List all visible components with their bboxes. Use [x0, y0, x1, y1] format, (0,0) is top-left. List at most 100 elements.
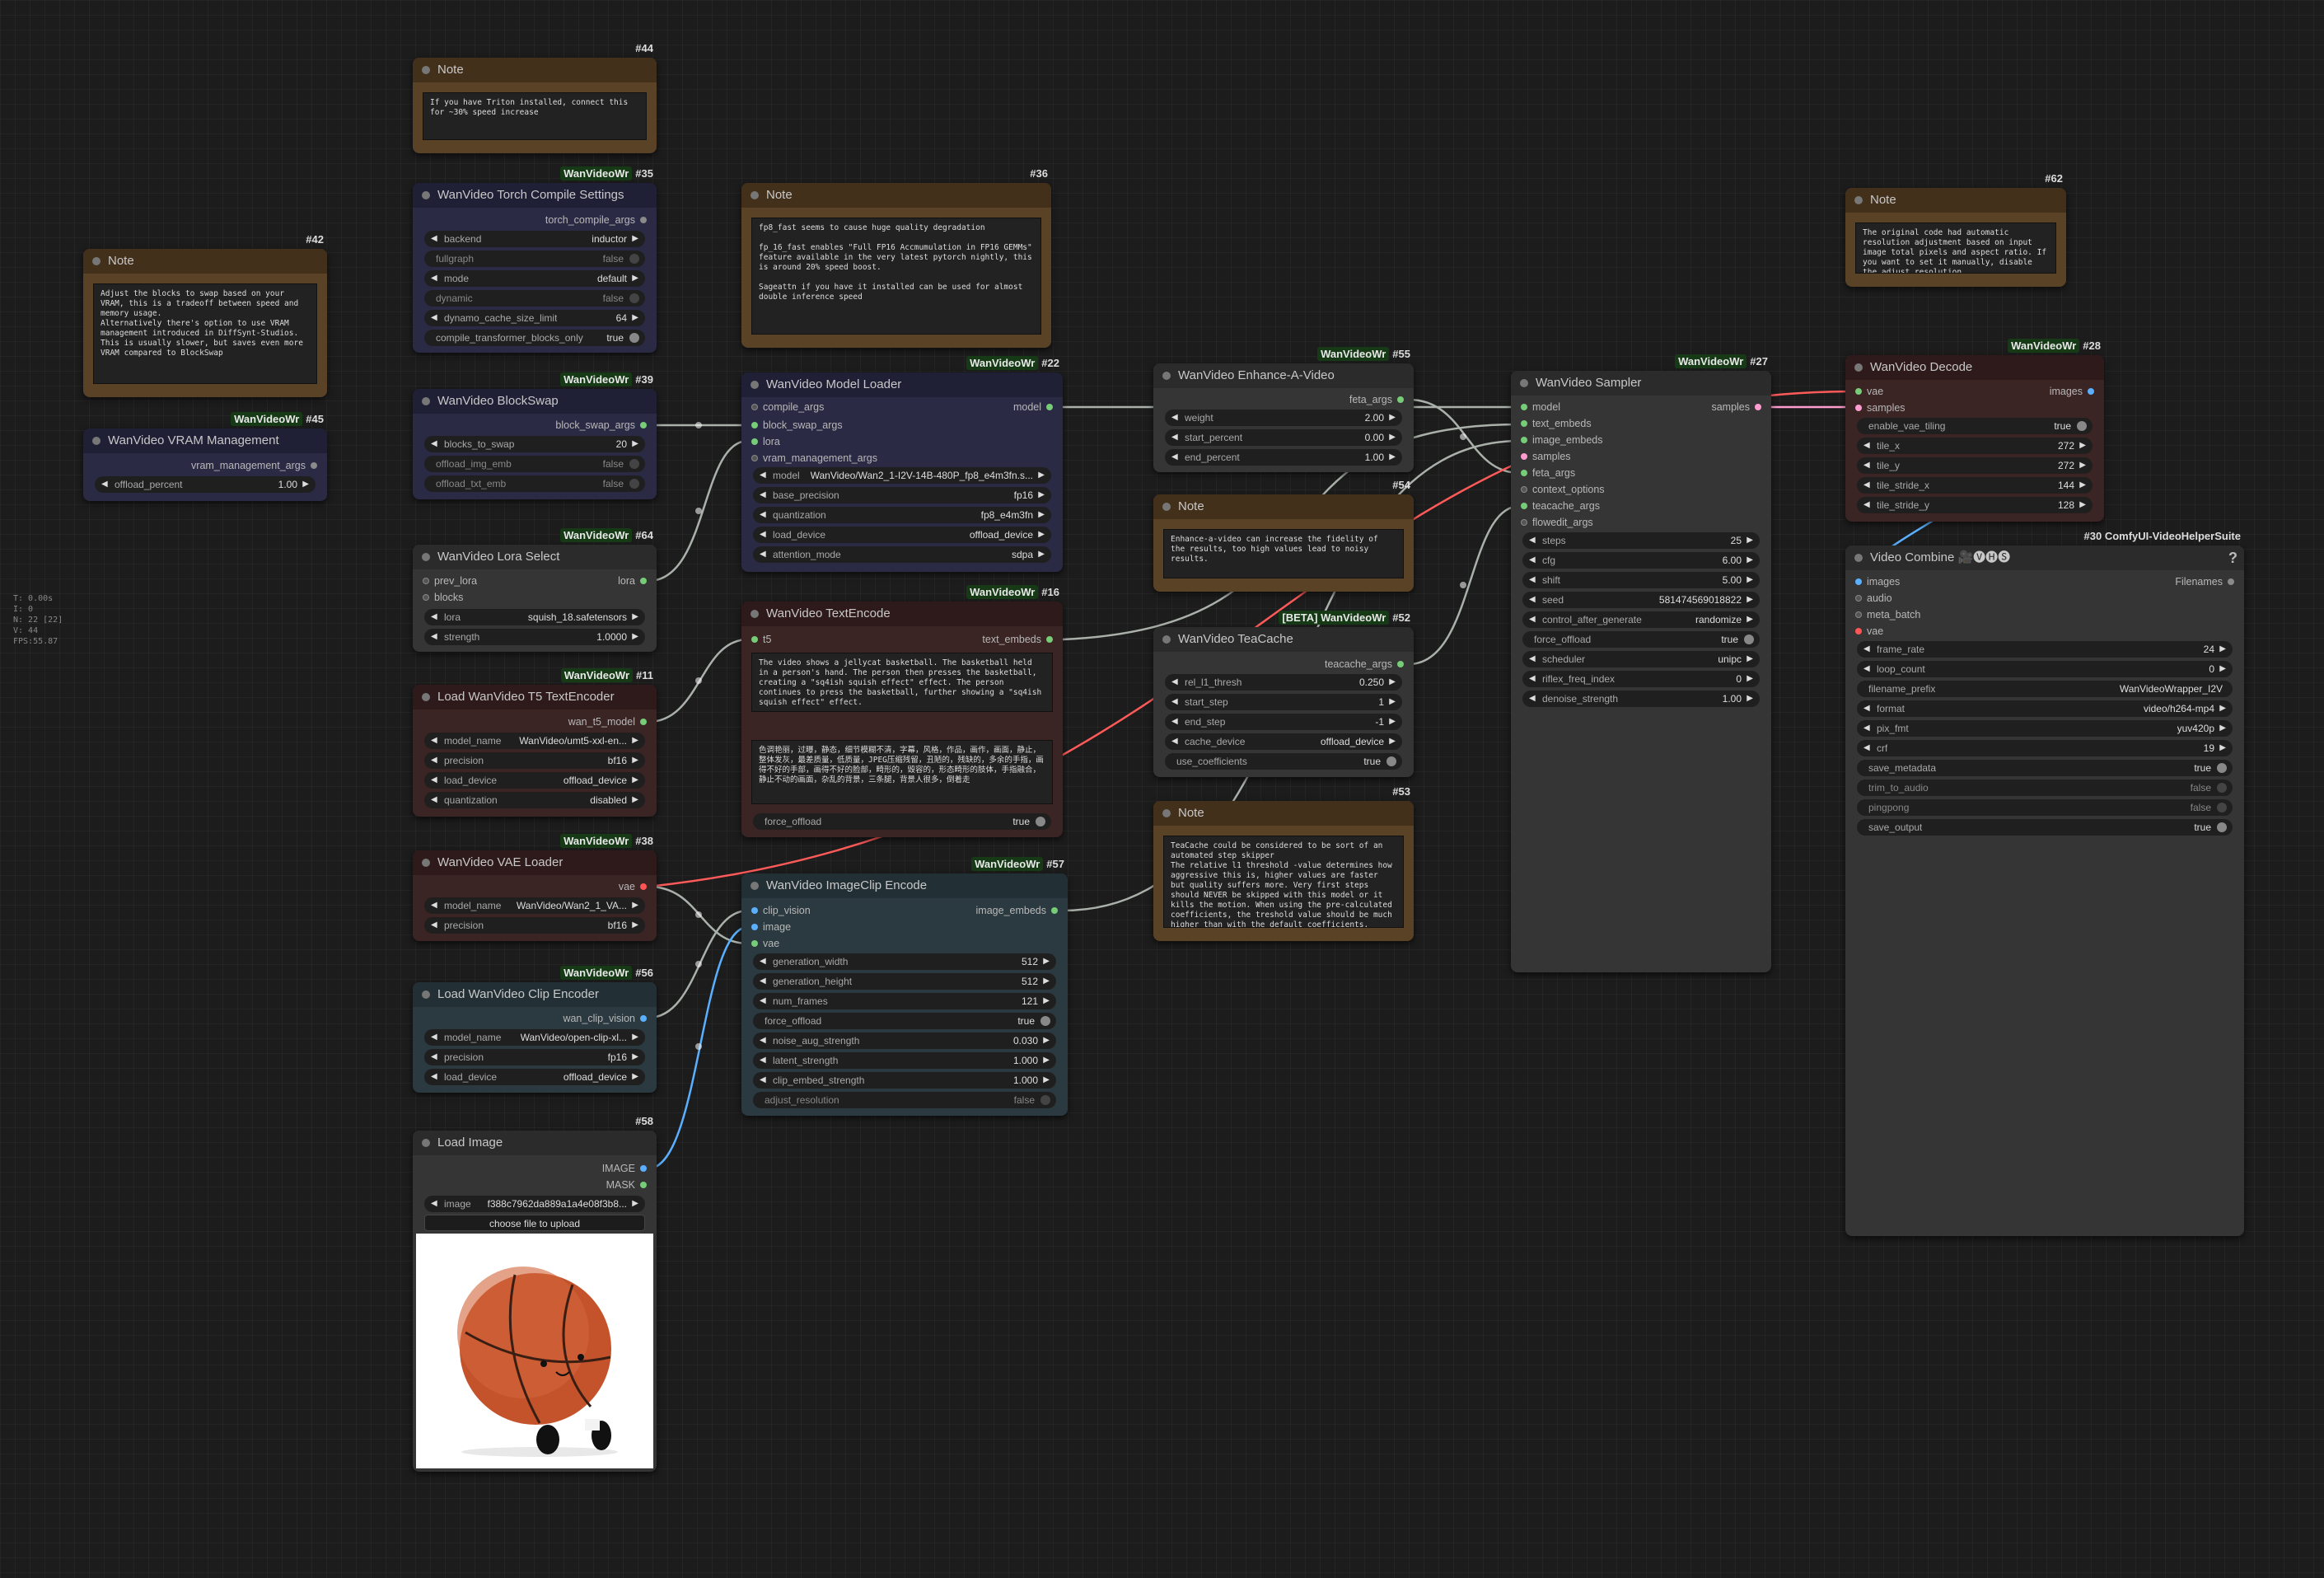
- node-title[interactable]: Note: [1845, 188, 2066, 213]
- arrow-left-icon[interactable]: ◀: [1171, 714, 1178, 730]
- toggle-force-offload[interactable]: force_offload true: [753, 813, 1051, 830]
- node-title[interactable]: WanVideo Lora Select: [413, 545, 657, 569]
- node-title[interactable]: Note: [1153, 494, 1414, 519]
- input-audio[interactable]: audio: [1855, 589, 1892, 607]
- widget-precision[interactable]: ◀ precision bf16 ▶: [424, 917, 645, 934]
- arrow-right-icon[interactable]: ▶: [1038, 507, 1045, 523]
- arrow-right-icon[interactable]: ▶: [1389, 733, 1396, 750]
- input-teacache-args[interactable]: teacache_args: [1521, 497, 1600, 515]
- node-title[interactable]: WanVideo Torch Compile Settings: [413, 183, 657, 208]
- input-block-swap-args[interactable]: block_swap_args: [751, 416, 843, 434]
- widget-model-name[interactable]: ◀ model_name WanVideo/umt5-xxl-en... ▶: [424, 733, 645, 749]
- arrow-left-icon[interactable]: ◀: [1529, 572, 1536, 588]
- input-image-embeds[interactable]: image_embeds: [1521, 431, 1602, 449]
- arrow-left-icon[interactable]: ◀: [1529, 691, 1536, 707]
- arrow-right-icon[interactable]: ▶: [2219, 641, 2226, 658]
- arrow-left-icon[interactable]: ◀: [1863, 740, 1870, 756]
- input-feta-args[interactable]: feta_args: [1521, 464, 1575, 482]
- widget-strength[interactable]: ◀ strength 1.0000 ▶: [424, 629, 645, 645]
- output-vae[interactable]: vae: [619, 878, 648, 896]
- node-title[interactable]: Note: [413, 58, 657, 82]
- arrow-left-icon[interactable]: ◀: [431, 436, 437, 452]
- arrow-right-icon[interactable]: ▶: [1038, 467, 1045, 484]
- node-title[interactable]: WanVideo BlockSwap: [413, 389, 657, 414]
- collapse-dot-icon[interactable]: [751, 882, 759, 890]
- arrow-right-icon[interactable]: ▶: [632, 609, 638, 625]
- arrow-right-icon[interactable]: ▶: [1747, 572, 1753, 588]
- arrow-left-icon[interactable]: ◀: [1863, 497, 1870, 513]
- widget-tile-stride-x[interactable]: ◀ tile_stride_x 144 ▶: [1857, 477, 2093, 494]
- arrow-left-icon[interactable]: ◀: [431, 792, 437, 808]
- toggle-fullgraph[interactable]: fullgraph false: [424, 251, 645, 267]
- vae-loader-node[interactable]: WanVideoWr #38 WanVideo VAE Loader vae ◀ m…: [413, 834, 657, 941]
- text-encode-node[interactable]: WanVideoWr #16 WanVideo TextEncode t5 tex…: [741, 585, 1063, 837]
- input-vae[interactable]: vae: [1855, 382, 1883, 400]
- help-icon[interactable]: ?: [2228, 546, 2237, 570]
- load-image-node[interactable]: #58 Load Image IMAGE MASK ◀ image f388c796…: [413, 1115, 657, 1472]
- output-images[interactable]: images: [2050, 382, 2095, 400]
- node-title[interactable]: WanVideo VRAM Management: [83, 428, 327, 453]
- output-block-swap-args[interactable]: block_swap_args: [555, 416, 647, 434]
- widget-generation-height[interactable]: ◀ generation_height 512 ▶: [753, 973, 1056, 990]
- model-loader-node[interactable]: WanVideoWr #22 WanVideo Model Loader comp…: [741, 356, 1063, 572]
- arrow-left-icon[interactable]: ◀: [1171, 410, 1178, 426]
- collapse-dot-icon[interactable]: [1854, 554, 1863, 562]
- collapse-dot-icon[interactable]: [92, 257, 101, 265]
- arrow-right-icon[interactable]: ▶: [632, 310, 638, 326]
- note-node-36[interactable]: #36 Note fp8_fast seems to cause huge qu…: [741, 167, 1051, 348]
- widget-end-step[interactable]: ◀ end_step -1 ▶: [1165, 714, 1402, 730]
- arrow-right-icon[interactable]: ▶: [632, 270, 638, 287]
- output-image-embeds[interactable]: image_embeds: [976, 901, 1059, 920]
- node-title[interactable]: Load WanVideo Clip Encoder: [413, 982, 657, 1007]
- widget-quantization[interactable]: ◀ quantization disabled ▶: [424, 792, 645, 808]
- note-node-42[interactable]: #42 Note Adjust the blocks to swap based…: [83, 233, 327, 397]
- vae-decode-node[interactable]: WanVideoWr #28 WanVideo Decode vae sample…: [1845, 339, 2104, 522]
- arrow-left-icon[interactable]: ◀: [760, 507, 766, 523]
- arrow-right-icon[interactable]: ▶: [1747, 552, 1753, 569]
- note-textarea[interactable]: The original code had automatic resoluti…: [1855, 222, 2056, 274]
- torch-compile-settings-node[interactable]: WanVideoWr #35 WanVideo Torch Compile Set…: [413, 166, 657, 353]
- output-teacache-args[interactable]: teacache_args: [1325, 655, 1405, 673]
- arrow-left-icon[interactable]: ◀: [1171, 694, 1178, 710]
- widget-riflex-freq-index[interactable]: ◀ riflex_freq_index 0 ▶: [1522, 671, 1760, 687]
- arrow-right-icon[interactable]: ▶: [1043, 993, 1050, 1009]
- arrow-right-icon[interactable]: ▶: [1747, 611, 1753, 628]
- arrow-right-icon[interactable]: ▶: [1043, 1032, 1050, 1049]
- arrow-right-icon[interactable]: ▶: [2079, 497, 2086, 513]
- arrow-left-icon[interactable]: ◀: [1171, 674, 1178, 691]
- note-node-53[interactable]: #53 Note TeaCache could be considered to…: [1153, 785, 1414, 941]
- collapse-dot-icon[interactable]: [422, 990, 430, 999]
- arrow-right-icon[interactable]: ▶: [2219, 740, 2226, 756]
- arrow-right-icon[interactable]: ▶: [1747, 691, 1753, 707]
- arrow-right-icon[interactable]: ▶: [1747, 592, 1753, 608]
- collapse-dot-icon[interactable]: [1162, 809, 1171, 817]
- arrow-left-icon[interactable]: ◀: [431, 1069, 437, 1085]
- arrow-left-icon[interactable]: ◀: [1171, 449, 1178, 466]
- toggle-force-offload[interactable]: force_offload true: [1522, 631, 1760, 648]
- output-mask[interactable]: MASK: [606, 1176, 648, 1194]
- vram-management-node[interactable]: WanVideoWr #45 WanVideo VRAM Management v…: [83, 412, 327, 501]
- arrow-left-icon[interactable]: ◀: [1171, 429, 1178, 446]
- node-title[interactable]: WanVideo Sampler: [1511, 371, 1771, 396]
- widget-start-percent[interactable]: ◀ start_percent 0.00 ▶: [1165, 429, 1402, 446]
- arrow-right-icon[interactable]: ▶: [2219, 661, 2226, 677]
- widget-tile-stride-y[interactable]: ◀ tile_stride_y 128 ▶: [1857, 497, 2093, 513]
- widget-latent-strength[interactable]: ◀ latent_strength 1.000 ▶: [753, 1052, 1056, 1069]
- node-title[interactable]: Note: [83, 249, 327, 274]
- widget-backend[interactable]: ◀ backend inductor ▶: [424, 231, 645, 247]
- arrow-left-icon[interactable]: ◀: [431, 1196, 437, 1212]
- blockswap-node[interactable]: WanVideoWr #39 WanVideo BlockSwap block_s…: [413, 372, 657, 499]
- arrow-right-icon[interactable]: ▶: [632, 1196, 638, 1212]
- arrow-left-icon[interactable]: ◀: [1863, 700, 1870, 717]
- collapse-dot-icon[interactable]: [422, 191, 430, 199]
- arrow-right-icon[interactable]: ▶: [2219, 720, 2226, 737]
- arrow-right-icon[interactable]: ▶: [1038, 487, 1045, 503]
- input-model[interactable]: model: [1521, 398, 1560, 416]
- widget-model-name[interactable]: ◀ model_name WanVideo/open-clip-xl... ▶: [424, 1029, 645, 1046]
- output-text-embeds[interactable]: text_embeds: [982, 630, 1053, 649]
- node-title[interactable]: Note: [741, 183, 1051, 208]
- input-samples[interactable]: samples: [1855, 399, 1905, 417]
- arrow-right-icon[interactable]: ▶: [1043, 1052, 1050, 1069]
- arrow-right-icon[interactable]: ▶: [1043, 953, 1050, 970]
- input-context-options[interactable]: context_options: [1521, 480, 1605, 499]
